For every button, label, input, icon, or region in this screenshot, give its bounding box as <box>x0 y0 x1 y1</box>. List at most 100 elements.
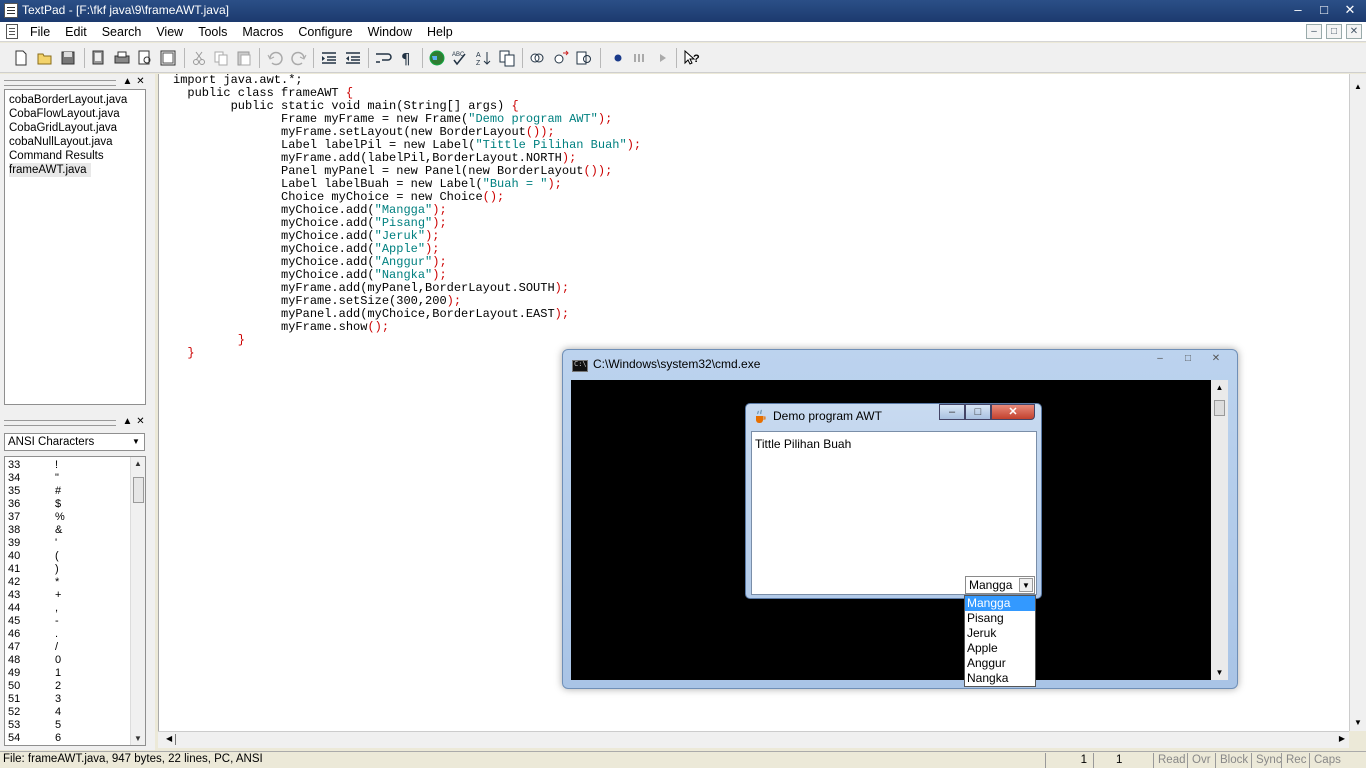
pane-close-icon[interactable]: ✕ <box>135 77 146 88</box>
menu-configure[interactable]: Configure <box>298 25 352 39</box>
cmd-maximize-button[interactable]: □ <box>1175 351 1201 367</box>
scroll-up-icon[interactable]: ▲ <box>1211 383 1228 392</box>
character-row[interactable]: 50 2 <box>8 680 61 693</box>
compare-icon[interactable] <box>498 49 516 67</box>
paste-icon[interactable] <box>235 49 253 67</box>
character-row[interactable]: 48 0 <box>8 654 61 667</box>
pane-dock-icon[interactable]: ▲ <box>122 77 133 88</box>
context-help-icon[interactable]: ? <box>683 49 701 67</box>
list-item[interactable]: cobaNullLayout.java <box>8 135 145 149</box>
character-row[interactable]: 51 3 <box>8 693 61 706</box>
option-apple[interactable]: Apple <box>965 641 1035 656</box>
list-item[interactable]: CobaGridLayout.java <box>8 121 145 135</box>
record-macro-icon[interactable] <box>609 49 627 67</box>
close-button[interactable]: ✕ <box>1338 1 1362 19</box>
scroll-down-icon[interactable]: ▼ <box>131 734 145 743</box>
minimize-button[interactable]: – <box>1286 1 1310 19</box>
menu-file[interactable]: File <box>30 25 50 39</box>
character-row[interactable]: 52 4 <box>8 706 61 719</box>
character-row[interactable]: 43 + <box>8 589 61 602</box>
indent-icon[interactable] <box>320 49 338 67</box>
list-item[interactable]: Command Results <box>8 149 145 163</box>
textpad-app-icon[interactable] <box>4 3 18 18</box>
doc-minimize-button[interactable]: – <box>1306 24 1322 39</box>
character-row[interactable]: 34 " <box>8 472 59 485</box>
editor-horizontal-scrollbar[interactable]: ◀ ▶ <box>158 731 1349 748</box>
manage-files-icon[interactable] <box>159 49 177 67</box>
print-preview-icon[interactable] <box>136 49 154 67</box>
clip-library-select[interactable]: ANSI Characters ▼ <box>4 433 145 451</box>
maximize-button[interactable]: □ <box>1312 1 1336 19</box>
scroll-thumb[interactable] <box>175 734 176 745</box>
awt-close-button[interactable]: ✕ <box>991 404 1035 420</box>
chevron-down-icon[interactable]: ▼ <box>129 435 143 449</box>
word-wrap-icon[interactable] <box>374 49 392 67</box>
character-row[interactable]: 38 & <box>8 524 62 537</box>
menu-help[interactable]: Help <box>427 25 453 39</box>
scroll-left-icon[interactable]: ◀ <box>166 734 172 743</box>
drag-grip[interactable] <box>4 420 116 426</box>
drag-grip[interactable] <box>4 80 116 86</box>
doc-restore-button[interactable]: □ <box>1326 24 1342 39</box>
scroll-up-icon[interactable]: ▲ <box>131 459 145 468</box>
scroll-thumb[interactable] <box>1214 400 1225 416</box>
play-macro-icon[interactable] <box>654 49 672 67</box>
character-row[interactable]: 40 ( <box>8 550 59 563</box>
character-row[interactable]: 54 6 <box>8 732 61 745</box>
menu-macros[interactable]: Macros <box>242 25 283 39</box>
character-row[interactable]: 41) <box>8 563 59 576</box>
cmd-scrollbar[interactable]: ▲ ▼ <box>1211 380 1228 680</box>
code-line[interactable]: } <box>173 334 641 347</box>
list-item[interactable]: cobaBorderLayout.java <box>8 93 145 107</box>
character-row[interactable]: 39 ' <box>8 537 57 550</box>
character-row[interactable]: 49 1 <box>8 667 61 680</box>
character-row[interactable]: 36 $ <box>8 498 61 511</box>
awt-minimize-button[interactable]: – <box>939 404 965 420</box>
document-icon[interactable] <box>6 24 18 39</box>
option-pisang[interactable]: Pisang <box>965 611 1035 626</box>
replace-icon[interactable] <box>552 49 570 67</box>
save-all-icon[interactable] <box>90 49 108 67</box>
scroll-thumb[interactable] <box>133 477 144 503</box>
scroll-up-icon[interactable]: ▲ <box>1350 82 1366 91</box>
option-nangka[interactable]: Nangka <box>965 671 1035 686</box>
sort-icon[interactable]: AZ <box>475 49 493 67</box>
fruit-choice[interactable]: Mangga ▼ <box>965 576 1035 594</box>
character-row[interactable]: 46. <box>8 628 58 641</box>
cut-icon[interactable] <box>190 49 208 67</box>
redo-icon[interactable] <box>290 49 308 67</box>
menu-tools[interactable]: Tools <box>198 25 227 39</box>
character-list-scrollbar[interactable]: ▲ ▼ <box>130 457 145 745</box>
cmd-minimize-button[interactable]: – <box>1147 351 1173 367</box>
print-icon[interactable] <box>113 49 131 67</box>
list-item[interactable]: CobaFlowLayout.java <box>8 107 145 121</box>
character-row[interactable]: 37% <box>8 511 65 524</box>
menu-view[interactable]: View <box>156 25 183 39</box>
option-anggur[interactable]: Anggur <box>965 656 1035 671</box>
awt-frame-window[interactable]: Demo program AWT – □ ✕ Tittle Pilihan Bu… <box>745 403 1042 599</box>
editor-vertical-scrollbar[interactable]: ▲ ▼ <box>1349 74 1366 731</box>
cmd-close-button[interactable]: ✕ <box>1203 351 1229 367</box>
find-in-files-icon[interactable] <box>575 49 593 67</box>
find-icon[interactable] <box>528 49 546 67</box>
scroll-right-icon[interactable]: ▶ <box>1339 734 1345 743</box>
character-row[interactable]: 35 # <box>8 485 61 498</box>
pause-macro-icon[interactable] <box>630 49 648 67</box>
scroll-down-icon[interactable]: ▼ <box>1350 718 1366 727</box>
character-row[interactable]: 33! <box>8 459 58 472</box>
character-row[interactable]: 47 / <box>8 641 58 654</box>
awt-maximize-button[interactable]: □ <box>965 404 991 420</box>
menu-window[interactable]: Window <box>368 25 412 39</box>
outdent-icon[interactable] <box>344 49 362 67</box>
menu-edit[interactable]: Edit <box>65 25 87 39</box>
undo-icon[interactable] <box>266 49 284 67</box>
show-paragraph-icon[interactable]: ¶ <box>398 49 416 67</box>
character-row[interactable]: 53 5 <box>8 719 61 732</box>
open-folder-icon[interactable] <box>36 49 54 67</box>
pane-close-icon[interactable]: ✕ <box>135 417 146 428</box>
option-mangga[interactable]: Mangga <box>965 596 1035 611</box>
menu-search[interactable]: Search <box>102 25 142 39</box>
character-row[interactable]: 45 - <box>8 615 59 628</box>
save-icon[interactable] <box>59 49 77 67</box>
doc-close-button[interactable]: ✕ <box>1346 24 1362 39</box>
